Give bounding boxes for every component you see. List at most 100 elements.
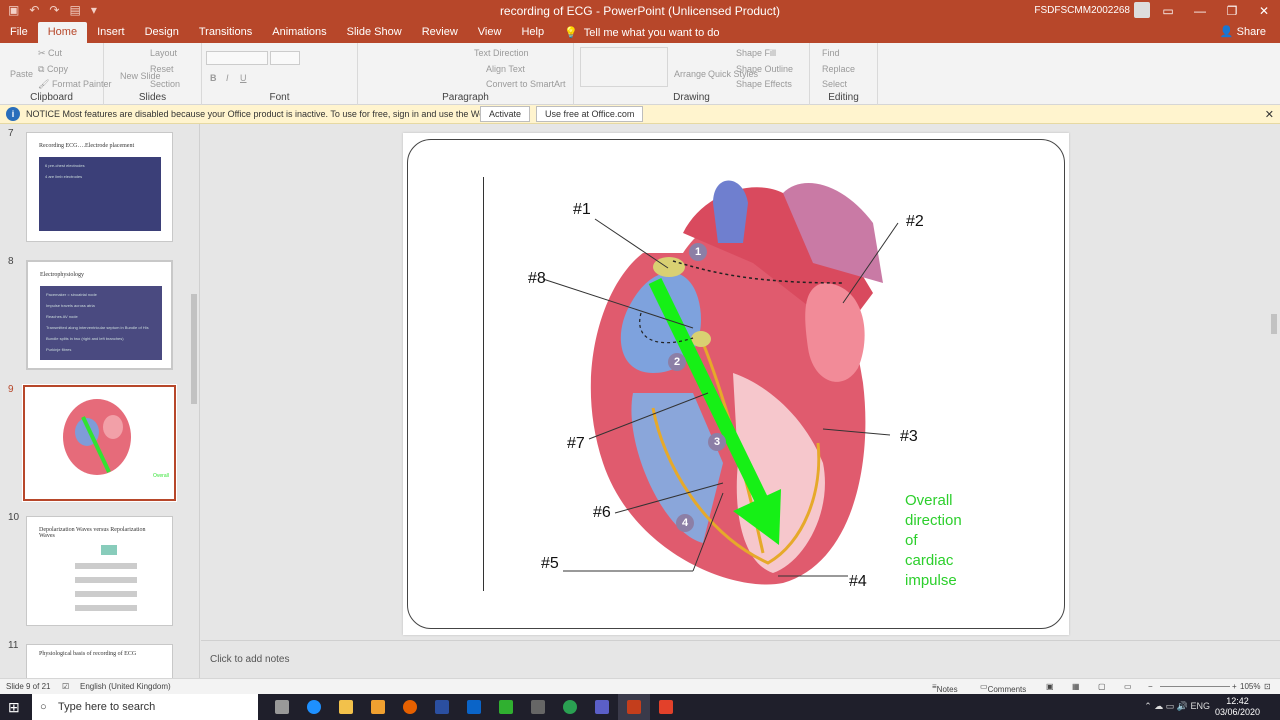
notes-toggle[interactable]: ≡ Notes <box>932 682 958 694</box>
comments-toggle[interactable]: ▭ Comments <box>980 682 1026 694</box>
thumb-number: 9 <box>8 384 14 395</box>
task-view-icon[interactable] <box>266 694 298 720</box>
tab-transitions[interactable]: Transitions <box>189 22 262 43</box>
shape-fill-button[interactable]: Shape Fill <box>736 48 776 58</box>
close-notice-icon[interactable]: ✕ <box>1265 108 1274 121</box>
thumb-line: Transmitted along interventricular septu… <box>46 325 149 330</box>
slide-thumbnail-9[interactable]: Overall <box>22 384 177 502</box>
convert-smartart-button[interactable]: Convert to SmartArt <box>486 79 566 89</box>
thumb-content: Pacemaker = sinoatrial node Impulse trav… <box>40 286 162 360</box>
heart-diagram <box>542 180 899 585</box>
file-explorer-icon[interactable] <box>330 694 362 720</box>
underline-icon[interactable]: U <box>240 73 247 83</box>
spellcheck-icon[interactable]: ☑ <box>62 682 69 691</box>
avatar[interactable] <box>1134 2 1150 18</box>
camtasia-icon[interactable] <box>490 694 522 720</box>
shape-outline-button[interactable]: Shape Outline <box>736 64 793 74</box>
text-direction-button[interactable]: Text Direction <box>474 48 529 58</box>
mail-icon[interactable] <box>458 694 490 720</box>
user-name[interactable]: FSDFSCMM2002268 <box>1034 5 1130 16</box>
format-painter-label: Format Painter <box>51 79 112 89</box>
section-button[interactable]: Section <box>150 79 180 89</box>
thumb-heart-image: Overall <box>63 399 169 479</box>
align-text-button[interactable]: Align Text <box>486 64 525 74</box>
tab-animations[interactable]: Animations <box>262 22 336 43</box>
close-icon[interactable]: ✕ <box>1248 0 1280 22</box>
scrollbar-thumb[interactable] <box>1271 314 1277 334</box>
thumbnail-scrollbar[interactable] <box>190 124 200 678</box>
ribbon-tabs: File Home Insert Design Transitions Anim… <box>0 22 1280 43</box>
use-free-button[interactable]: Use free at Office.com <box>536 106 644 122</box>
slide-scrollbar[interactable] <box>1268 124 1280 639</box>
cut-label: Cut <box>48 48 63 58</box>
italic-icon[interactable]: I <box>226 73 229 83</box>
scrollbar-thumb[interactable] <box>191 294 197 404</box>
slide-thumbnail-10[interactable]: Depolarization Waves versus Repolarizati… <box>26 516 173 626</box>
font-name-field[interactable] <box>206 51 268 65</box>
ribbon-display-icon[interactable]: ▭ <box>1152 0 1184 22</box>
shapes-gallery[interactable] <box>580 47 668 87</box>
tell-me-box[interactable]: 💡 Tell me what you want to do <box>554 23 729 43</box>
zoom-in-icon[interactable]: + <box>1232 682 1237 691</box>
tab-slide-show[interactable]: Slide Show <box>337 22 412 43</box>
ribbon: Paste ✂ Cut ⧉ Copy 🖌 Format Painter Clip… <box>0 43 1280 105</box>
system-tray[interactable]: ⌃ ☁ ▭ 🔊 ENG <box>1144 701 1210 712</box>
tab-help[interactable]: Help <box>511 22 554 43</box>
slideshow-view-icon[interactable]: ▭ <box>1124 682 1132 691</box>
slides-label: Slides <box>138 92 167 103</box>
fit-slide-icon[interactable]: ⊡ <box>1264 682 1271 691</box>
paste-button[interactable]: Paste <box>10 69 33 79</box>
clock[interactable]: 12:42 03/06/2020 <box>1215 696 1260 718</box>
windows-start-icon[interactable]: ⊞ <box>8 699 24 715</box>
copy-button[interactable]: ⧉ Copy <box>38 64 68 75</box>
taskbar-search[interactable]: ○ Type here to search <box>32 694 258 720</box>
teams-icon[interactable] <box>586 694 618 720</box>
activate-button[interactable]: Activate <box>480 106 531 122</box>
restore-icon[interactable]: ❐ <box>1216 0 1248 22</box>
arrange-button[interactable]: Arrange <box>674 69 706 79</box>
bold-icon[interactable]: B <box>210 73 217 83</box>
reading-view-icon[interactable]: ▢ <box>1098 682 1106 691</box>
share-button[interactable]: 👤 Share <box>1220 25 1266 38</box>
slide-thumbnail-11[interactable]: Physiological basis of recording of ECG <box>26 644 173 678</box>
find-button[interactable]: Find <box>822 48 840 58</box>
zoom-level[interactable]: 105% <box>1240 682 1260 691</box>
format-painter-button[interactable]: 🖌 Format Painter <box>38 79 111 90</box>
zoom-slider[interactable] <box>1160 686 1230 687</box>
tab-home[interactable]: Home <box>37 22 88 43</box>
cut-button[interactable]: ✂ Cut <box>38 48 62 59</box>
minimize-icon[interactable]: — <box>1184 0 1216 22</box>
app-green-icon[interactable] <box>554 694 586 720</box>
tab-view[interactable]: View <box>468 22 512 43</box>
tab-review[interactable]: Review <box>412 22 468 43</box>
firefox-icon[interactable] <box>394 694 426 720</box>
app-erd-icon[interactable] <box>522 694 554 720</box>
tab-design[interactable]: Design <box>135 22 189 43</box>
drawing-label: Drawing <box>673 92 710 103</box>
zoom-out-icon[interactable]: − <box>1148 682 1153 691</box>
store-icon[interactable] <box>362 694 394 720</box>
replace-button[interactable]: Replace <box>822 64 855 74</box>
font-size-field[interactable] <box>270 51 300 65</box>
shape-effects-button[interactable]: Shape Effects <box>736 79 792 89</box>
slide-thumbnail-8[interactable]: Electrophysiology Pacemaker = sinoatrial… <box>26 260 173 370</box>
layout-button[interactable]: Layout <box>150 48 177 58</box>
select-button[interactable]: Select <box>822 79 847 89</box>
notice-text: NOTICE Most features are disabled becaus… <box>26 109 524 119</box>
tab-insert[interactable]: Insert <box>87 22 135 43</box>
slide-thumbnail-7[interactable]: Recording ECG….Electrode placement 6 pre… <box>26 132 173 242</box>
taskbar: ⊞ ○ Type here to search ⌃ ☁ ▭ 🔊 ENG 12:4… <box>0 694 1280 720</box>
edge-icon[interactable] <box>298 694 330 720</box>
slide-count: Slide 9 of 21 <box>6 682 51 691</box>
normal-view-icon[interactable]: ▣ <box>1046 682 1054 691</box>
language-indicator[interactable]: English (United Kingdom) <box>80 682 171 691</box>
app-red-icon[interactable] <box>650 694 682 720</box>
slide-sorter-icon[interactable]: ▦ <box>1072 682 1080 691</box>
app-b-icon[interactable] <box>426 694 458 720</box>
circle-4: 4 <box>676 514 694 532</box>
current-slide[interactable]: #1 #2 #3 #4 #5 #6 #7 #8 1 2 3 4 Overall … <box>403 133 1069 635</box>
powerpoint-icon[interactable] <box>618 694 650 720</box>
reset-button[interactable]: Reset <box>150 64 174 74</box>
tab-file[interactable]: File <box>0 22 38 43</box>
notes-pane[interactable]: Click to add notes <box>201 640 1280 678</box>
